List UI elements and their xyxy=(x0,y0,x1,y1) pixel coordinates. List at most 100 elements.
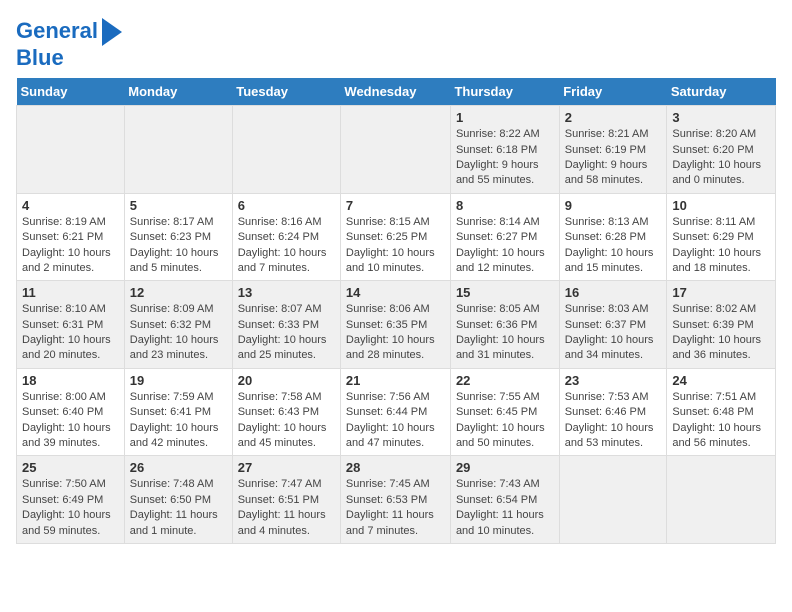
calendar-week-4: 18 Sunrise: 8:00 AMSunset: 6:40 PMDayligh… xyxy=(17,368,776,456)
day-number: 2 xyxy=(565,110,662,125)
day-number: 23 xyxy=(565,373,662,388)
day-number: 16 xyxy=(565,285,662,300)
day-detail: Sunrise: 7:55 AMSunset: 6:45 PMDaylight:… xyxy=(456,390,554,452)
calendar-cell: 29 Sunrise: 7:43 AMSunset: 6:54 PMDayligh… xyxy=(450,456,559,544)
calendar-week-5: 25 Sunrise: 7:50 AMSunset: 6:49 PMDayligh… xyxy=(17,456,776,544)
day-detail: Sunrise: 7:47 AMSunset: 6:51 PMDaylight:… xyxy=(238,477,335,539)
day-number: 5 xyxy=(130,198,227,213)
day-detail: Sunrise: 8:16 AMSunset: 6:24 PMDaylight:… xyxy=(238,215,335,277)
calendar-cell xyxy=(232,106,340,194)
calendar-cell: 10 Sunrise: 8:11 AMSunset: 6:29 PMDayligh… xyxy=(667,193,776,281)
day-detail: Sunrise: 8:00 AMSunset: 6:40 PMDaylight:… xyxy=(22,390,119,452)
day-detail: Sunrise: 8:22 AMSunset: 6:18 PMDaylight:… xyxy=(456,127,554,189)
day-detail: Sunrise: 8:13 AMSunset: 6:28 PMDaylight:… xyxy=(565,215,662,277)
day-number: 21 xyxy=(346,373,445,388)
day-detail: Sunrise: 7:51 AMSunset: 6:48 PMDaylight:… xyxy=(672,390,770,452)
calendar-cell: 27 Sunrise: 7:47 AMSunset: 6:51 PMDayligh… xyxy=(232,456,340,544)
calendar-cell: 4 Sunrise: 8:19 AMSunset: 6:21 PMDaylight… xyxy=(17,193,125,281)
day-number: 19 xyxy=(130,373,227,388)
day-number: 7 xyxy=(346,198,445,213)
day-detail: Sunrise: 7:58 AMSunset: 6:43 PMDaylight:… xyxy=(238,390,335,452)
header-sunday: Sunday xyxy=(17,78,125,106)
calendar-cell: 13 Sunrise: 8:07 AMSunset: 6:33 PMDayligh… xyxy=(232,281,340,369)
day-detail: Sunrise: 8:14 AMSunset: 6:27 PMDaylight:… xyxy=(456,215,554,277)
day-number: 18 xyxy=(22,373,119,388)
day-number: 25 xyxy=(22,460,119,475)
day-number: 10 xyxy=(672,198,770,213)
calendar-cell: 18 Sunrise: 8:00 AMSunset: 6:40 PMDayligh… xyxy=(17,368,125,456)
header-monday: Monday xyxy=(124,78,232,106)
calendar-cell: 6 Sunrise: 8:16 AMSunset: 6:24 PMDaylight… xyxy=(232,193,340,281)
day-detail: Sunrise: 8:19 AMSunset: 6:21 PMDaylight:… xyxy=(22,215,119,277)
calendar-cell xyxy=(124,106,232,194)
day-detail: Sunrise: 8:02 AMSunset: 6:39 PMDaylight:… xyxy=(672,302,770,364)
calendar-table: SundayMondayTuesdayWednesdayThursdayFrid… xyxy=(16,78,776,544)
day-number: 14 xyxy=(346,285,445,300)
page-header: General Blue xyxy=(16,16,776,70)
calendar-cell: 19Sunrise: 7:59 AMSunset: 6:41 PMDayligh… xyxy=(124,368,232,456)
calendar-week-2: 4 Sunrise: 8:19 AMSunset: 6:21 PMDaylight… xyxy=(17,193,776,281)
day-detail: Sunrise: 8:21 AMSunset: 6:19 PMDaylight:… xyxy=(565,127,662,189)
calendar-cell xyxy=(340,106,450,194)
header-wednesday: Wednesday xyxy=(340,78,450,106)
calendar-header-row: SundayMondayTuesdayWednesdayThursdayFrid… xyxy=(17,78,776,106)
day-number: 20 xyxy=(238,373,335,388)
calendar-cell: 26 Sunrise: 7:48 AMSunset: 6:50 PMDayligh… xyxy=(124,456,232,544)
calendar-cell: 11 Sunrise: 8:10 AMSunset: 6:31 PMDayligh… xyxy=(17,281,125,369)
day-detail: Sunrise: 7:56 AMSunset: 6:44 PMDaylight:… xyxy=(346,390,445,452)
day-number: 17 xyxy=(672,285,770,300)
day-detail: Sunrise: 7:50 AMSunset: 6:49 PMDaylight:… xyxy=(22,477,119,539)
calendar-cell: 22Sunrise: 7:55 AMSunset: 6:45 PMDayligh… xyxy=(450,368,559,456)
calendar-cell: 24Sunrise: 7:51 AMSunset: 6:48 PMDayligh… xyxy=(667,368,776,456)
calendar-cell: 20 Sunrise: 7:58 AMSunset: 6:43 PMDayligh… xyxy=(232,368,340,456)
calendar-cell: 15 Sunrise: 8:05 AMSunset: 6:36 PMDayligh… xyxy=(450,281,559,369)
day-detail: Sunrise: 8:03 AMSunset: 6:37 PMDaylight:… xyxy=(565,302,662,364)
day-detail: Sunrise: 8:10 AMSunset: 6:31 PMDaylight:… xyxy=(22,302,119,364)
calendar-cell: 23 Sunrise: 7:53 AMSunset: 6:46 PMDayligh… xyxy=(559,368,667,456)
day-number: 26 xyxy=(130,460,227,475)
day-number: 28 xyxy=(346,460,445,475)
calendar-cell: 12 Sunrise: 8:09 AMSunset: 6:32 PMDayligh… xyxy=(124,281,232,369)
calendar-cell xyxy=(559,456,667,544)
header-saturday: Saturday xyxy=(667,78,776,106)
header-thursday: Thursday xyxy=(450,78,559,106)
header-friday: Friday xyxy=(559,78,667,106)
logo-arrow-icon xyxy=(102,18,122,46)
calendar-cell: 28 Sunrise: 7:45 AMSunset: 6:53 PMDayligh… xyxy=(340,456,450,544)
calendar-cell: 25 Sunrise: 7:50 AMSunset: 6:49 PMDayligh… xyxy=(17,456,125,544)
day-detail: Sunrise: 8:06 AMSunset: 6:35 PMDaylight:… xyxy=(346,302,445,364)
day-detail: Sunrise: 7:48 AMSunset: 6:50 PMDaylight:… xyxy=(130,477,227,539)
calendar-cell: 2 Sunrise: 8:21 AMSunset: 6:19 PMDaylight… xyxy=(559,106,667,194)
calendar-cell: 8 Sunrise: 8:14 AMSunset: 6:27 PMDaylight… xyxy=(450,193,559,281)
day-detail: Sunrise: 7:43 AMSunset: 6:54 PMDaylight:… xyxy=(456,477,554,539)
calendar-cell: 1 Sunrise: 8:22 AMSunset: 6:18 PMDaylight… xyxy=(450,106,559,194)
calendar-cell: 7Sunrise: 8:15 AMSunset: 6:25 PMDaylight… xyxy=(340,193,450,281)
calendar-week-3: 11 Sunrise: 8:10 AMSunset: 6:31 PMDayligh… xyxy=(17,281,776,369)
day-number: 4 xyxy=(22,198,119,213)
calendar-week-1: 1 Sunrise: 8:22 AMSunset: 6:18 PMDaylight… xyxy=(17,106,776,194)
day-detail: Sunrise: 7:53 AMSunset: 6:46 PMDaylight:… xyxy=(565,390,662,452)
day-detail: Sunrise: 8:09 AMSunset: 6:32 PMDaylight:… xyxy=(130,302,227,364)
day-detail: Sunrise: 8:05 AMSunset: 6:36 PMDaylight:… xyxy=(456,302,554,364)
day-detail: Sunrise: 8:07 AMSunset: 6:33 PMDaylight:… xyxy=(238,302,335,364)
day-number: 9 xyxy=(565,198,662,213)
day-number: 3 xyxy=(672,110,770,125)
day-detail: Sunrise: 8:11 AMSunset: 6:29 PMDaylight:… xyxy=(672,215,770,277)
calendar-cell: 17 Sunrise: 8:02 AMSunset: 6:39 PMDayligh… xyxy=(667,281,776,369)
calendar-cell: 16 Sunrise: 8:03 AMSunset: 6:37 PMDayligh… xyxy=(559,281,667,369)
day-number: 29 xyxy=(456,460,554,475)
day-number: 11 xyxy=(22,285,119,300)
day-number: 8 xyxy=(456,198,554,213)
day-number: 27 xyxy=(238,460,335,475)
day-number: 15 xyxy=(456,285,554,300)
day-number: 6 xyxy=(238,198,335,213)
day-number: 1 xyxy=(456,110,554,125)
day-detail: Sunrise: 8:20 AMSunset: 6:20 PMDaylight:… xyxy=(672,127,770,189)
calendar-cell: 9 Sunrise: 8:13 AMSunset: 6:28 PMDaylight… xyxy=(559,193,667,281)
day-detail: Sunrise: 7:45 AMSunset: 6:53 PMDaylight:… xyxy=(346,477,445,539)
day-number: 13 xyxy=(238,285,335,300)
day-detail: Sunrise: 8:17 AMSunset: 6:23 PMDaylight:… xyxy=(130,215,227,277)
calendar-cell: 3 Sunrise: 8:20 AMSunset: 6:20 PMDaylight… xyxy=(667,106,776,194)
day-number: 12 xyxy=(130,285,227,300)
calendar-cell: 5 Sunrise: 8:17 AMSunset: 6:23 PMDaylight… xyxy=(124,193,232,281)
